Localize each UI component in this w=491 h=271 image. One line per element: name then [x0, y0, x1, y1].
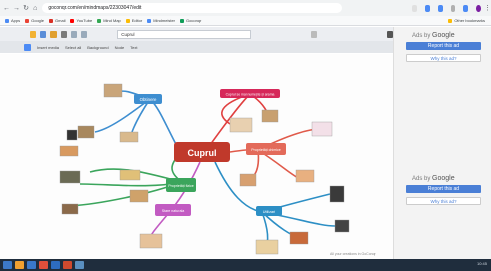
bookmark-icon	[125, 18, 130, 23]
bookmark-icon	[180, 18, 185, 23]
image-node[interactable]	[119, 169, 141, 181]
powerpoint-icon[interactable]	[63, 261, 72, 269]
node-left-top-label: Obtinere	[140, 97, 157, 102]
bookmark-editor[interactable]: Editor	[125, 18, 142, 23]
why-ad-button[interactable]: Why this ad?	[406, 197, 481, 205]
address-bar-row: ← → ↻ ⌂ goconqr.com/en/mindmaps/22303047…	[0, 0, 491, 16]
extension-icon[interactable]	[437, 4, 443, 12]
youtube-icon	[70, 18, 75, 23]
image-node[interactable]	[239, 173, 257, 187]
profile-avatar-icon[interactable]	[476, 4, 481, 12]
ad-sidebar: Ads by Google Report this ad Why this ad…	[393, 27, 491, 259]
bookmarks-bar: Apps Google Gmail YouTube Mind Map Edito…	[0, 16, 491, 26]
node-right-bottom-label: Utilizari	[263, 210, 276, 214]
image-node[interactable]	[129, 189, 149, 203]
image-node[interactable]	[139, 233, 163, 249]
image-node[interactable]	[77, 125, 95, 139]
image-node[interactable]	[289, 231, 309, 245]
image-node[interactable]	[329, 185, 345, 203]
node-right-label: Proprietăți chimice	[251, 148, 281, 152]
extension-icon[interactable]	[425, 4, 430, 12]
map-title-input[interactable]: Cuprul	[117, 29, 251, 39]
toolbar-row-1: Cuprul	[0, 27, 394, 41]
home-icon[interactable]: ⌂	[32, 4, 38, 13]
bookmark-mindmeister[interactable]: Mindmeister	[147, 18, 175, 23]
url-field[interactable]: goconqr.com/en/mindmaps/22303047/edit	[42, 3, 343, 13]
insert-media-button[interactable]: Insert media	[37, 45, 59, 50]
folder-icon[interactable]	[30, 30, 37, 38]
google-icon	[25, 18, 30, 23]
select-all-button[interactable]: Select all	[65, 45, 81, 50]
gmail-icon	[49, 18, 54, 23]
image-node[interactable]	[59, 145, 79, 157]
google-label: Google	[432, 175, 455, 182]
central-node-label: Cuprul	[188, 148, 217, 158]
apps-icon	[5, 18, 9, 23]
chrome-icon[interactable]	[39, 261, 48, 269]
ads-by-label: Ads by Google	[412, 175, 455, 182]
taskbar-clock[interactable]: 10:45	[477, 261, 487, 266]
image-node[interactable]	[66, 129, 78, 141]
app-icon[interactable]	[75, 261, 84, 269]
report-ad-button[interactable]: Report this ad	[406, 42, 481, 50]
back-icon[interactable]: ←	[3, 4, 10, 13]
google-label: Google	[432, 32, 455, 39]
undo-icon[interactable]	[70, 30, 78, 38]
add-node-icon[interactable]	[24, 43, 31, 51]
settings-icon[interactable]	[310, 30, 317, 38]
why-ad-button[interactable]: Why this ad?	[406, 54, 481, 62]
image-node[interactable]	[59, 170, 81, 184]
menu-icon[interactable]: ⋮	[484, 4, 491, 13]
image-node[interactable]	[295, 169, 315, 183]
extension-icon[interactable]	[450, 4, 456, 12]
extension-icon[interactable]	[463, 4, 469, 12]
node-top-label: Cuprul se mai numește și arama	[226, 93, 275, 97]
image-node[interactable]	[255, 239, 279, 255]
background-button[interactable]: Background	[87, 45, 108, 50]
node-button[interactable]: Node	[115, 45, 125, 50]
edge-icon[interactable]	[27, 261, 36, 269]
forward-icon[interactable]: →	[13, 4, 20, 13]
image-node[interactable]	[261, 109, 279, 123]
print-icon[interactable]	[60, 30, 67, 38]
bookmark-mindmap[interactable]: Mind Map	[97, 18, 121, 23]
image-node[interactable]	[103, 83, 123, 98]
node-left-mid-label: Proprietăți fizice	[168, 184, 194, 188]
star-icon[interactable]	[412, 4, 418, 12]
bookmark-google[interactable]: Google	[25, 18, 44, 23]
windows-taskbar: 10:45	[0, 259, 491, 271]
bookmark-icon	[147, 18, 152, 23]
branch-right-bottom	[214, 161, 263, 213]
toolbar-row-2: Insert media Select all Background Node …	[0, 41, 393, 53]
bookmark-gmail[interactable]: Gmail	[49, 18, 65, 23]
node-bottom-label: Stare naturala	[162, 209, 185, 213]
image-node[interactable]	[229, 117, 253, 133]
browser-window: ← → ↻ ⌂ goconqr.com/en/mindmaps/22303047…	[0, 0, 491, 271]
redo-icon[interactable]	[81, 30, 88, 38]
ads-by-label: Ads by Google	[412, 32, 455, 39]
mindmap-canvas[interactable]: Cuprul Cuprul se mai numește și arama Ob…	[0, 54, 393, 259]
branch-lines	[69, 90, 336, 250]
text-button[interactable]: Text	[130, 45, 137, 50]
bookmark-icon	[97, 18, 102, 23]
file-explorer-icon[interactable]	[15, 261, 24, 269]
editor-toolbar: Cuprul Insert media Select all Backgroun…	[0, 27, 394, 53]
share-icon[interactable]	[50, 30, 57, 38]
bookmark-apps[interactable]: Apps	[5, 18, 20, 23]
report-ad-button[interactable]: Report this ad	[406, 185, 481, 193]
reload-icon[interactable]: ↻	[23, 4, 29, 13]
bookmark-youtube[interactable]: YouTube	[70, 18, 92, 23]
folder-icon	[448, 18, 453, 23]
image-node[interactable]	[334, 219, 350, 233]
save-icon[interactable]	[40, 30, 47, 38]
image-node[interactable]	[61, 203, 79, 215]
start-icon[interactable]	[3, 261, 12, 269]
image-node[interactable]	[311, 121, 333, 137]
other-bookmarks[interactable]: Other bookmarks	[448, 18, 485, 23]
mindmap-graph: Cuprul Cuprul se mai numește și arama Ob…	[59, 83, 350, 255]
bookmark-goconqr[interactable]: Goconqr	[180, 18, 201, 23]
word-icon[interactable]	[51, 261, 60, 269]
footer-note: All your creations in GoConqr	[330, 252, 376, 256]
image-node[interactable]	[119, 131, 139, 143]
